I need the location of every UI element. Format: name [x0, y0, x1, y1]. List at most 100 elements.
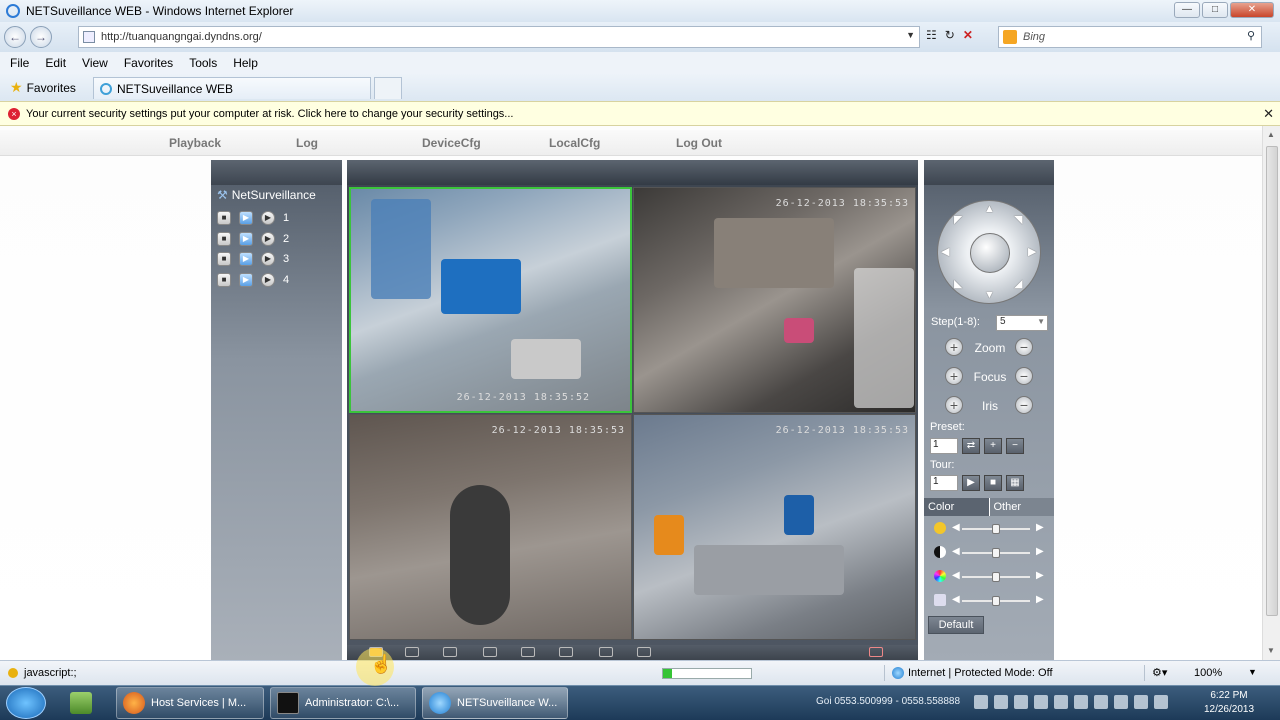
pinned-app[interactable] — [64, 687, 108, 719]
back-button[interactable]: ← — [4, 26, 26, 48]
favorites-button[interactable]: ★ Favorites — [10, 79, 76, 96]
nav-localcfg[interactable]: LocalCfg — [549, 136, 600, 150]
ptz-upleft-icon[interactable]: ◤ — [954, 213, 962, 226]
play-channel-icon[interactable]: ▶ — [239, 252, 253, 266]
stop-channel-icon[interactable]: ■ — [217, 273, 231, 287]
compat-view-icon[interactable]: ☷ — [926, 28, 937, 42]
tour-grid-button[interactable]: ▦ — [1006, 475, 1024, 491]
open-channel-icon[interactable]: ▶ — [261, 232, 275, 246]
tray-app-icon[interactable] — [1054, 695, 1068, 709]
camera-view-1[interactable]: 26-12-2013 18:35:52 — [349, 187, 632, 413]
camera-view-3[interactable]: 26-12-2013 18:35:53 — [349, 414, 632, 640]
menu-file[interactable]: File — [10, 56, 29, 70]
minimize-button[interactable]: — — [1174, 2, 1200, 18]
preset-add-button[interactable]: + — [984, 438, 1002, 454]
forward-button[interactable]: → — [30, 26, 52, 48]
ptz-up-icon[interactable]: ▲ — [984, 203, 995, 215]
page-scrollbar[interactable]: ▲ ▼ — [1262, 126, 1280, 660]
camera-view-4[interactable]: 26-12-2013 18:35:53 — [633, 414, 916, 640]
ptz-downleft-icon[interactable]: ◣ — [954, 277, 962, 290]
open-channel-icon[interactable]: ▶ — [261, 252, 275, 266]
slider-knob[interactable] — [992, 596, 1000, 606]
tour-stop-button[interactable]: ■ — [984, 475, 1002, 491]
tray-app-icon[interactable] — [1014, 695, 1028, 709]
address-dropdown-icon[interactable]: ▼ — [906, 30, 915, 40]
stop-channel-icon[interactable]: ■ — [217, 211, 231, 225]
browser-tab[interactable]: NETSuveillance WEB — [93, 77, 371, 99]
tour-input[interactable]: 1 — [930, 475, 958, 491]
play-channel-icon[interactable]: ▶ — [239, 232, 253, 246]
step-select[interactable]: 5 ▼ — [996, 315, 1048, 331]
saturation-slider[interactable]: ◀ ▶ — [934, 570, 1046, 584]
taskbar-clock[interactable]: 6:22 PM 12/26/2013 — [1198, 689, 1260, 717]
preset-input[interactable]: 1 — [930, 438, 958, 454]
color-settings-icon[interactable] — [559, 647, 573, 657]
nav-devicecfg[interactable]: DeviceCfg — [422, 136, 481, 150]
volume-icon[interactable] — [869, 647, 883, 657]
network-icon[interactable] — [1134, 695, 1148, 709]
zoom-level[interactable]: 100% — [1194, 667, 1222, 679]
security-zone[interactable]: Internet | Protected Mode: Off — [892, 667, 1053, 679]
channel-row[interactable]: ■ ▶ ▶ 4 — [217, 273, 289, 287]
search-box[interactable]: Bing ⚲ — [998, 26, 1262, 48]
slider-left-icon[interactable]: ◀ — [952, 546, 960, 557]
zoom-dropdown-icon[interactable]: ▼ — [1248, 667, 1257, 677]
channel-row[interactable]: ■ ▶ ▶ 3 — [217, 252, 289, 266]
scroll-down-icon[interactable]: ▼ — [1267, 646, 1275, 655]
nav-log[interactable]: Log — [296, 136, 318, 150]
channel-row[interactable]: ■ ▶ ▶ 1 — [217, 211, 289, 225]
close-button[interactable]: ✕ — [1230, 2, 1274, 18]
tray-app-icon[interactable] — [1034, 695, 1048, 709]
scroll-thumb[interactable] — [1266, 146, 1278, 616]
slider-right-icon[interactable]: ▶ — [1036, 594, 1044, 605]
ptz-upright-icon[interactable]: ◥ — [1014, 213, 1022, 226]
tray-app-icon[interactable] — [1074, 695, 1088, 709]
zoom-out-button[interactable]: − — [1015, 338, 1033, 356]
ptz-left-icon[interactable]: ◀ — [941, 245, 949, 258]
iris-close-button[interactable]: − — [1015, 396, 1033, 414]
menu-help[interactable]: Help — [233, 56, 258, 70]
play-channel-icon[interactable]: ▶ — [239, 211, 253, 225]
address-bar[interactable]: http://tuanquangngai.dyndns.org/ ▼ — [78, 26, 920, 48]
ptz-direction-pad[interactable]: ▲ ▼ ◀ ▶ ◤ ◥ ◣ ◢ — [937, 200, 1041, 304]
menu-favorites[interactable]: Favorites — [124, 56, 173, 70]
slider-knob[interactable] — [992, 548, 1000, 558]
menu-edit[interactable]: Edit — [45, 56, 66, 70]
tour-play-button[interactable]: ▶ — [962, 475, 980, 491]
slider-right-icon[interactable]: ▶ — [1036, 546, 1044, 557]
slider-left-icon[interactable]: ◀ — [952, 570, 960, 581]
contrast-slider[interactable]: ◀ ▶ — [934, 546, 1046, 560]
ptz-downright-icon[interactable]: ◢ — [1014, 277, 1022, 290]
ptz-down-icon[interactable]: ▼ — [984, 289, 995, 301]
alarm-icon[interactable] — [637, 647, 651, 657]
refresh-icon[interactable]: ↻ — [945, 28, 955, 42]
tray-app-icon[interactable] — [994, 695, 1008, 709]
open-channel-icon[interactable]: ▶ — [261, 273, 275, 287]
talk-icon[interactable] — [599, 647, 613, 657]
tab-color[interactable]: Color — [924, 498, 989, 516]
nav-playback[interactable]: Playback — [169, 136, 221, 150]
hue-slider[interactable]: ◀ ▶ — [934, 594, 1046, 608]
brightness-slider[interactable]: ◀ ▶ — [934, 522, 1046, 536]
record-icon[interactable] — [483, 647, 497, 657]
security-infobar[interactable]: × Your current security settings put you… — [0, 101, 1280, 126]
maximize-button[interactable]: □ — [1202, 2, 1228, 18]
preset-goto-button[interactable]: ⇄ — [962, 438, 980, 454]
slider-left-icon[interactable]: ◀ — [952, 522, 960, 533]
start-button[interactable] — [6, 687, 46, 719]
tray-app-icon[interactable] — [974, 695, 988, 709]
tray-app-icon[interactable] — [1094, 695, 1108, 709]
focus-out-button[interactable]: − — [1015, 367, 1033, 385]
slider-right-icon[interactable]: ▶ — [1036, 570, 1044, 581]
device-tree-root[interactable]: ⚒ NetSurveillance — [217, 188, 316, 202]
taskbar-item-cmd[interactable]: Administrator: C:\... — [270, 687, 416, 719]
taskbar-item-ie[interactable]: NETSuveillance W... — [422, 687, 568, 719]
new-tab-button[interactable] — [374, 77, 402, 99]
quad-view-icon[interactable] — [443, 647, 457, 657]
camera-view-2[interactable]: 26-12-2013 18:35:53 — [633, 187, 916, 413]
default-button[interactable]: Default — [928, 616, 984, 634]
slider-right-icon[interactable]: ▶ — [1036, 522, 1044, 533]
flag-icon[interactable] — [1114, 695, 1128, 709]
stop-channel-icon[interactable]: ■ — [217, 232, 231, 246]
settings-icon[interactable]: ⚙▾ — [1152, 666, 1167, 679]
